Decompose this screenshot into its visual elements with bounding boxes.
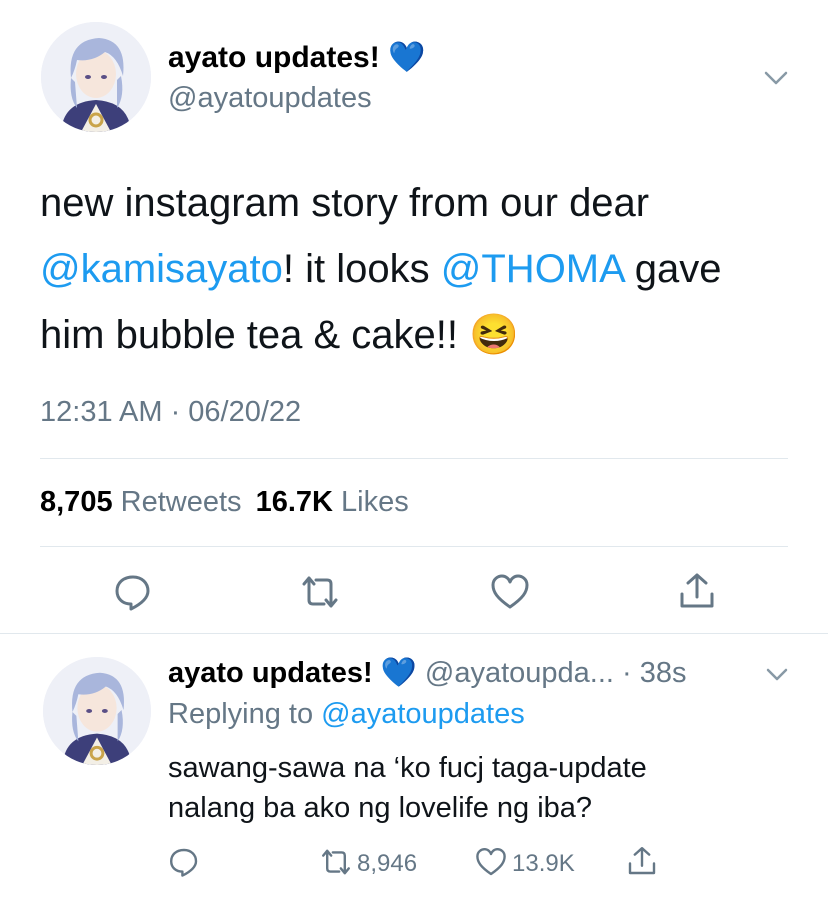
retweet-count: 8,946 [357,850,418,877]
blue-heart-emoji: 💙 [380,657,417,689]
avatar[interactable] [41,22,151,132]
reply-text: sawang-sawa na ‘ko fucj taga-update nala… [168,748,647,828]
replying-label: Replying to [168,698,314,730]
timestamp[interactable]: 12:31 AM · 06/20/22 [40,396,301,429]
likes-stat[interactable]: 16.7K Likes [256,486,409,518]
tweet-text: new instagram story from our dear @kamis… [40,170,810,368]
retweet-stat[interactable]: 8,705 Retweets [40,486,250,518]
reply-header: ayato updates! 💙 @ayatoupda... · 38s [168,656,687,690]
retweet-count: 8,705 [40,486,113,518]
likes-label: Likes [341,486,409,518]
mention-link[interactable]: @THOMA [441,247,624,291]
tweet-line-3: him bubble tea & cake!! 😆 [40,302,810,368]
handle[interactable]: @ayatoupdates [168,82,372,115]
tweet-text-segment: gave [623,247,722,291]
retweet-icon[interactable] [318,846,354,878]
reply-icon[interactable] [168,846,200,878]
divider [40,458,788,459]
retweet-icon[interactable] [298,572,342,612]
display-name[interactable]: ayato updates! [168,41,380,74]
chevron-down-icon[interactable] [762,68,790,88]
heart-icon[interactable] [489,572,531,612]
engagement-stats: 8,705 Retweets 16.7K Likes [40,486,409,519]
replying-handle-link[interactable]: @ayatoupdates [321,698,525,730]
chevron-down-icon[interactable] [764,666,790,684]
blue-heart-emoji: 💙 [388,41,426,74]
laughing-emoji: 😆 [469,313,519,357]
display-name-row: ayato updates! 💙 [168,40,425,75]
tweet-text-segment: ! it looks [282,247,441,291]
tweet-text-segment: him bubble tea & cake!! [40,313,470,357]
likes-count: 16.7K [255,486,333,518]
divider [0,633,828,634]
handle[interactable]: @ayatoupda... [425,657,614,689]
heart-icon[interactable] [474,846,508,878]
divider [40,546,788,547]
replying-to: Replying to @ayatoupdates [168,698,525,731]
share-icon[interactable] [626,844,658,878]
reply-text-line-2: nalang ba ako ng lovelife ng iba? [168,792,593,824]
share-icon[interactable] [677,570,717,612]
tweet-line-2: @kamisayato! it looks @THOMA gave [40,236,810,302]
reply-icon[interactable] [113,572,153,612]
tweet-line-1: new instagram story from our dear [40,181,650,225]
avatar[interactable] [43,657,151,765]
reply-time[interactable]: · 38s [622,657,686,689]
display-name[interactable]: ayato updates! [168,657,373,689]
reply-text-line-1: sawang-sawa na ‘ko fucj taga-update [168,752,647,784]
retweet-label: Retweets [120,486,242,518]
like-count: 13.9K [512,850,575,877]
mention-link[interactable]: @kamisayato [40,247,283,291]
